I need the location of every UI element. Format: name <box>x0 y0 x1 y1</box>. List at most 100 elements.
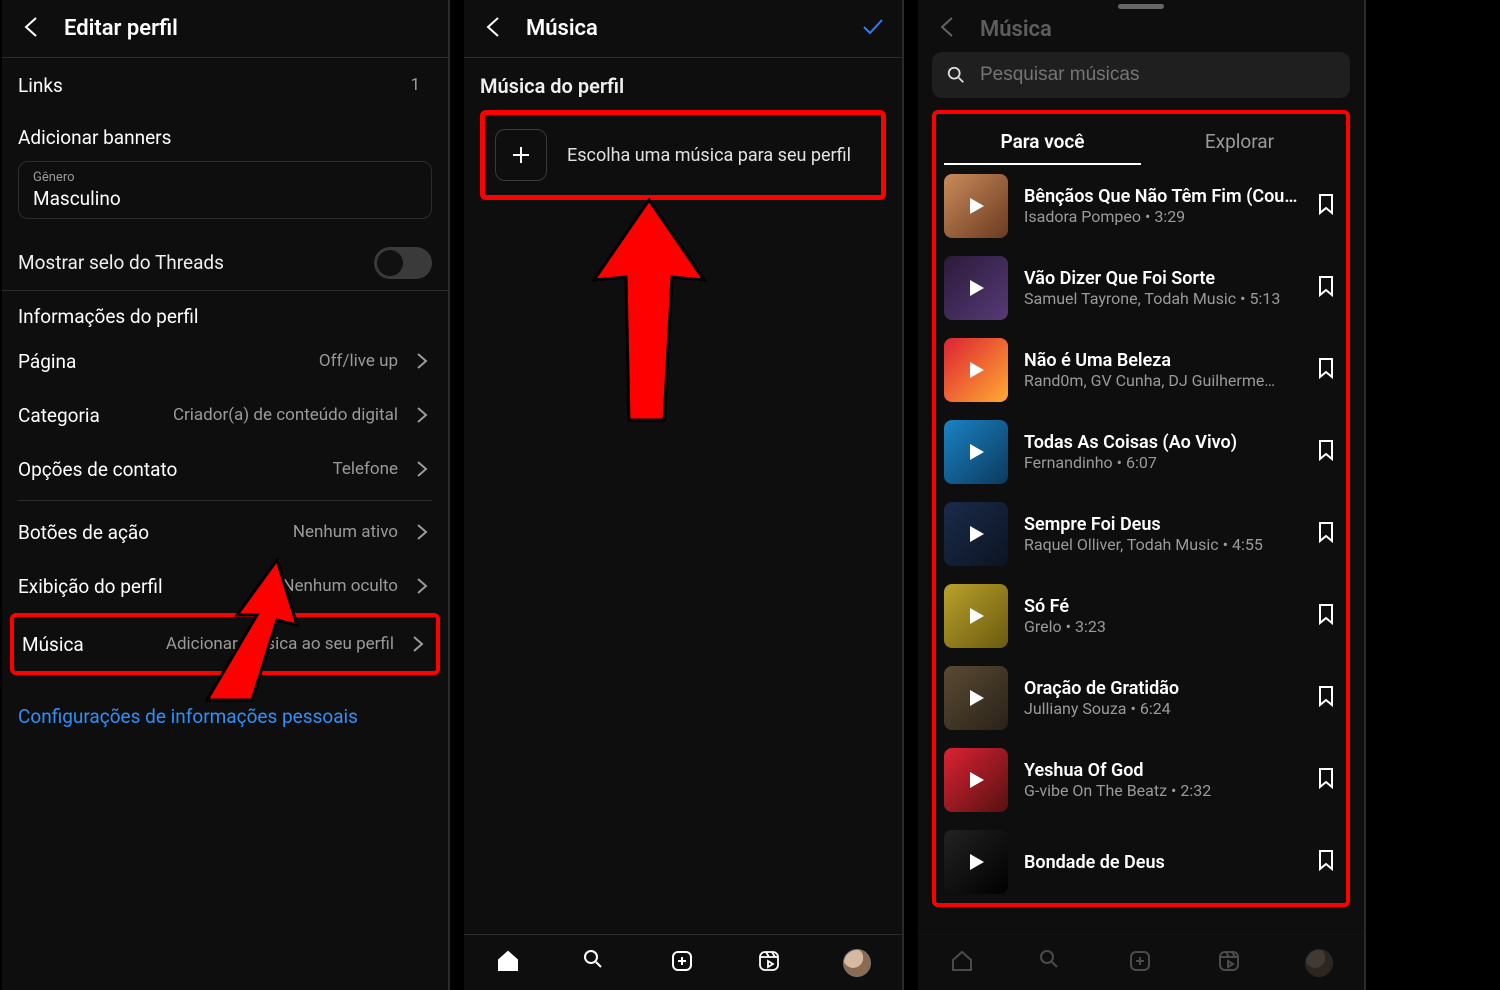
row-label: Opções de contato <box>18 458 333 481</box>
song-cover <box>944 748 1008 812</box>
play-icon <box>944 420 1008 484</box>
bookmark-icon[interactable] <box>1314 848 1338 876</box>
song-subtitle: Rand0m, GV Cunha, DJ Guilherme… <box>1024 371 1298 390</box>
song-cover <box>944 666 1008 730</box>
nav-add-icon[interactable] <box>669 948 695 978</box>
bookmark-icon[interactable] <box>1314 274 1338 302</box>
header: Música <box>464 0 902 58</box>
row-value: Adicionar música ao seu perfil <box>166 634 394 654</box>
song-meta: Yeshua Of GodG-vibe On The Beatz • 2:32 <box>1024 760 1298 800</box>
pick-music-row[interactable]: Escolha uma música para seu perfil <box>480 110 886 200</box>
song-meta: Só FéGrelo • 3:23 <box>1024 596 1298 636</box>
row-label: Links <box>18 74 410 97</box>
song-row[interactable]: Só FéGrelo • 3:23 <box>944 575 1338 657</box>
song-meta: Sempre Foi DeusRaquel Olliver, Todah Mus… <box>1024 514 1298 554</box>
row-links[interactable]: Links 1 <box>2 58 448 112</box>
section-title: Informações do perfil <box>2 291 448 334</box>
song-cover <box>944 502 1008 566</box>
song-title: Oração de Gratidão <box>1024 678 1298 699</box>
annotation-arrow <box>584 195 714 425</box>
row-label: Mostrar selo do Threads <box>18 251 374 274</box>
threads-toggle[interactable] <box>374 247 432 279</box>
song-title: Sempre Foi Deus <box>1024 514 1298 535</box>
row-label: Exibição do perfil <box>18 575 282 598</box>
play-icon <box>944 502 1008 566</box>
row-botoes-acao[interactable]: Botões de ação Nenhum ativo <box>2 505 448 559</box>
play-icon <box>944 830 1008 894</box>
row-value: 1 <box>410 75 420 95</box>
bookmark-icon[interactable] <box>1314 438 1338 466</box>
search-icon <box>946 65 966 85</box>
play-icon <box>944 256 1008 320</box>
tab-for-you[interactable]: Para você <box>944 118 1141 165</box>
bookmark-icon[interactable] <box>1314 356 1338 384</box>
row-value: Telefone <box>333 459 399 479</box>
panel-music: Música Música do perfil Escolha uma músi… <box>464 0 904 990</box>
nav-search-icon <box>1038 948 1064 978</box>
song-row[interactable]: Vão Dizer Que Foi SorteSamuel Tayrone, T… <box>944 247 1338 329</box>
song-title: Yeshua Of God <box>1024 760 1298 781</box>
header: Editar perfil <box>2 0 448 58</box>
nav-home-icon[interactable] <box>495 948 521 978</box>
chevron-right-icon <box>410 458 432 480</box>
play-icon <box>944 748 1008 812</box>
song-row[interactable]: Oração de GratidãoJulliany Souza • 6:24 <box>944 657 1338 739</box>
row-pagina[interactable]: Página Off/live up <box>2 334 448 388</box>
row-label: Categoria <box>18 404 173 427</box>
chevron-right-icon <box>410 350 432 372</box>
row-label: Página <box>18 350 319 373</box>
song-row[interactable]: Sempre Foi DeusRaquel Olliver, Todah Mus… <box>944 493 1338 575</box>
song-cover <box>944 830 1008 894</box>
song-row[interactable]: Bondade de Deus <box>944 821 1338 903</box>
field-label: Gênero <box>33 170 417 187</box>
song-row[interactable]: Yeshua Of GodG-vibe On The Beatz • 2:32 <box>944 739 1338 821</box>
bookmark-icon[interactable] <box>1314 602 1338 630</box>
search-input[interactable] <box>932 52 1350 98</box>
row-musica[interactable]: Música Adicionar música ao seu perfil <box>14 617 436 671</box>
chevron-right-icon <box>410 575 432 597</box>
play-icon <box>944 174 1008 238</box>
row-value: Nenhum oculto <box>282 576 398 596</box>
song-cover <box>944 256 1008 320</box>
bookmark-icon[interactable] <box>1314 192 1338 220</box>
sheet-handle[interactable] <box>1118 4 1164 9</box>
pick-music-label: Escolha uma música para seu perfil <box>567 145 851 166</box>
song-cover <box>944 584 1008 648</box>
song-subtitle: Isadora Pompeo • 3:29 <box>1024 207 1298 226</box>
song-meta: Oração de GratidãoJulliany Souza • 6:24 <box>1024 678 1298 718</box>
search-field[interactable] <box>978 63 1336 87</box>
nav-search-icon[interactable] <box>582 948 608 978</box>
back-icon[interactable] <box>18 14 44 44</box>
bookmark-icon[interactable] <box>1314 520 1338 548</box>
song-subtitle: Grelo • 3:23 <box>1024 617 1298 636</box>
row-label: Música <box>22 633 166 656</box>
confirm-icon[interactable] <box>860 14 886 44</box>
song-row[interactable]: Bênçãos Que Não Têm Fim (Coun…Isadora Po… <box>944 165 1338 247</box>
nav-reels-icon[interactable] <box>756 948 782 978</box>
chevron-right-icon <box>410 404 432 426</box>
nav-add-icon <box>1127 948 1153 978</box>
nav-profile-avatar[interactable] <box>843 949 871 977</box>
plus-icon <box>495 129 547 181</box>
row-contato[interactable]: Opções de contato Telefone <box>2 442 448 496</box>
bookmark-icon[interactable] <box>1314 684 1338 712</box>
header-title: Música <box>526 16 598 41</box>
row-categoria[interactable]: Categoria Criador(a) de conteúdo digital <box>2 388 448 442</box>
highlight-songs: Para você Explorar Bênçãos Que Não Têm F… <box>932 110 1350 907</box>
bookmark-icon[interactable] <box>1314 766 1338 794</box>
panel-music-search: Música Música do perfil Para você Explor… <box>918 0 1366 990</box>
music-sheet: Para você Explorar Bênçãos Que Não Têm F… <box>918 42 1364 990</box>
song-row[interactable]: Todas As Coisas (Ao Vivo)Fernandinho • 6… <box>944 411 1338 493</box>
back-icon[interactable] <box>480 14 506 44</box>
personal-info-settings-link[interactable]: Configurações de informações pessoais <box>2 675 448 758</box>
play-icon <box>944 338 1008 402</box>
panel-edit-profile: Editar perfil Links 1 Adicionar banners … <box>2 0 450 990</box>
gender-select[interactable]: Gênero Masculino <box>18 161 432 219</box>
tab-explore[interactable]: Explorar <box>1141 118 1338 165</box>
song-row[interactable]: Não é Uma BelezaRand0m, GV Cunha, DJ Gui… <box>944 329 1338 411</box>
section-title: Adicionar banners <box>2 112 448 155</box>
song-title: Não é Uma Beleza <box>1024 350 1298 371</box>
row-value: Nenhum ativo <box>293 522 398 542</box>
row-exibicao[interactable]: Exibição do perfil Nenhum oculto <box>2 559 448 613</box>
play-icon <box>944 666 1008 730</box>
